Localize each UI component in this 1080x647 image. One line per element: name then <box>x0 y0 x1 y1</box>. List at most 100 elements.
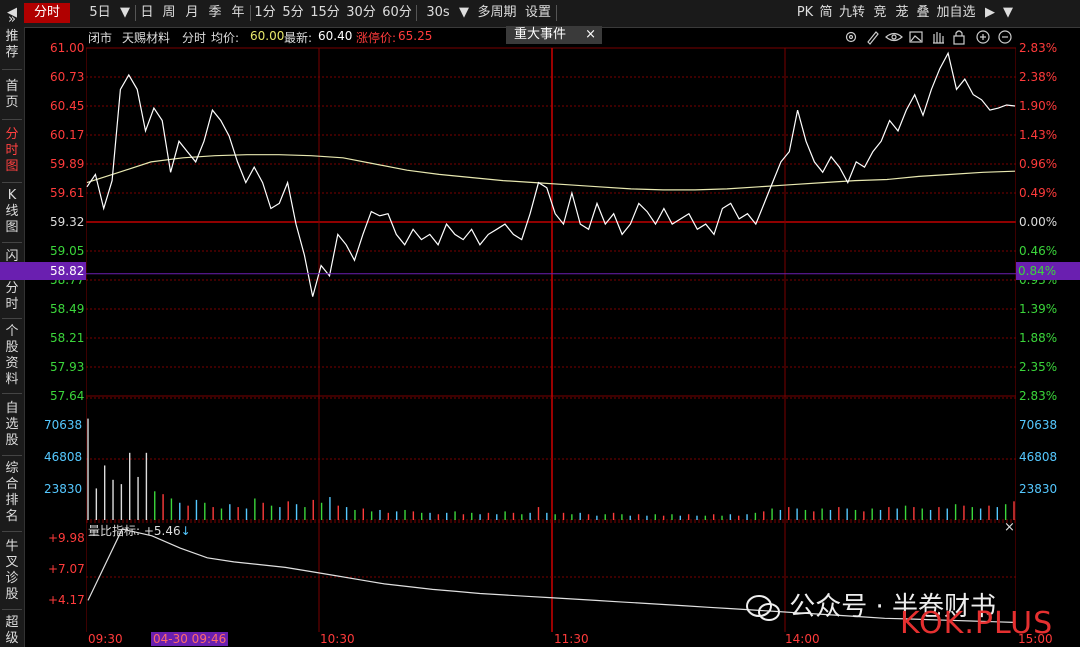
price-tick-label: 59.05 <box>50 244 85 258</box>
chevron-down-icon[interactable]: ▼ <box>116 3 134 23</box>
eye-icon[interactable] <box>885 32 903 42</box>
chevron-down-icon[interactable]: ▼ <box>1000 3 1016 23</box>
pct-tick-label: 2.35% <box>1019 360 1058 374</box>
indicator-tick-label: +9.98 <box>48 531 85 545</box>
overlay-button[interactable]: 叠 <box>913 3 933 23</box>
tab-15min[interactable]: 15分 <box>308 3 342 23</box>
volume-tick-label: 70638 <box>1019 418 1058 432</box>
volume-tick-label: 70638 <box>44 418 83 432</box>
limit-up-value: 65.25 <box>398 29 433 43</box>
tab-multi-period[interactable]: 多周期 <box>474 3 520 23</box>
time-label-1130: 11:30 <box>554 632 589 646</box>
pct-tick-label: 0.49% <box>1019 186 1058 200</box>
wechat-icon <box>746 594 780 621</box>
close-icon[interactable]: × <box>585 26 596 44</box>
cursor-price: 58.82 <box>50 264 85 278</box>
pct-tick-label: 0.00% <box>1019 215 1058 229</box>
cage-button[interactable]: 茏 <box>892 3 912 23</box>
expand-sidebar-icon[interactable]: » <box>2 12 22 28</box>
chart-tools <box>842 28 1017 46</box>
price-tick-label: 57.93 <box>50 360 85 374</box>
sidebar-item-ranking[interactable]: 综合排名 <box>2 461 22 525</box>
price-tick-label: 59.32 <box>50 215 85 229</box>
zoom-in-icon[interactable] <box>976 30 990 44</box>
nine-turn-button[interactable]: 九转 <box>837 3 867 23</box>
volume-tick-label: 23830 <box>1019 482 1058 496</box>
pk-button[interactable]: PK <box>794 3 816 23</box>
tab-30min[interactable]: 30分 <box>344 3 378 23</box>
price-tick-label: 61.00 <box>50 41 85 55</box>
tab-5day[interactable]: 5日 <box>84 3 116 23</box>
pct-tick-label: 2.83% <box>1019 41 1058 55</box>
pen-icon[interactable] <box>867 31 879 45</box>
lock-icon[interactable] <box>953 30 965 45</box>
sidebar-item-watchlist[interactable]: 自选股 <box>2 401 22 449</box>
intraday-chart[interactable] <box>86 46 1016 634</box>
chart-mode: 分时 <box>182 31 207 45</box>
pct-tick-label: 1.39% <box>1019 302 1058 316</box>
tab-1min[interactable]: 1分 <box>252 3 278 23</box>
price-tick-label: 59.89 <box>50 157 85 171</box>
major-event-tag[interactable]: 重大事件 × <box>506 26 602 44</box>
time-label-1030: 10:30 <box>320 632 355 646</box>
price-tick-label: 59.61 <box>50 186 85 200</box>
pct-tick-label: 0.46% <box>1019 244 1058 258</box>
pct-tick-label: 1.88% <box>1019 331 1058 345</box>
indicator-tick-label: +7.07 <box>48 562 85 576</box>
brand-watermark: KOK.PLUS <box>900 606 1054 641</box>
avg-price-value: 60.00 <box>250 29 285 43</box>
avg-price-label: 均价: <box>211 31 240 45</box>
sidebar-item-super[interactable]: 超级 <box>2 615 22 647</box>
sidebar: » 推荐 首页 分时图 K线图 闪电分时 个股资料 自选股 综合排名 牛叉诊股 … <box>0 12 25 647</box>
chevron-down-icon[interactable]: ▼ <box>456 3 472 23</box>
simple-button[interactable]: 简 <box>816 3 836 23</box>
auction-button[interactable]: 竞 <box>870 3 890 23</box>
latest-price-label: 最新: <box>284 31 313 45</box>
market-status: 闭市 <box>88 31 113 45</box>
sidebar-item-kline[interactable]: K线图 <box>2 188 22 236</box>
pct-tick-label: 0.96% <box>1019 157 1058 171</box>
tab-day[interactable]: 日 <box>137 3 157 23</box>
major-event-label: 重大事件 <box>514 27 567 42</box>
tab-quarter[interactable]: 季 <box>204 3 226 23</box>
tab-month[interactable]: 月 <box>181 3 203 23</box>
volume-tick-label: 23830 <box>44 482 83 496</box>
tab-30s[interactable]: 30s <box>420 3 456 23</box>
price-tick-label: 60.73 <box>50 70 85 84</box>
cursor-pct-badge: 0.84% <box>1016 262 1080 280</box>
sidebar-item-intraday[interactable]: 分时图 <box>2 127 22 175</box>
volume-tick-label: 46808 <box>1019 450 1058 464</box>
zoom-out-icon[interactable] <box>998 30 1012 44</box>
hand-icon[interactable] <box>933 32 944 44</box>
cursor-price-badge: 58.82 <box>0 262 86 280</box>
pct-tick-label: 1.43% <box>1019 128 1058 142</box>
pct-tick-label: 1.90% <box>1019 99 1058 113</box>
tab-5min[interactable]: 5分 <box>280 3 306 23</box>
price-tick-label: 57.64 <box>50 389 85 403</box>
image-icon[interactable] <box>909 31 923 43</box>
latest-price-value: 60.40 <box>318 29 353 43</box>
time-label-open: 09:30 <box>88 632 123 646</box>
add-watchlist-button[interactable]: 加自选 <box>934 3 978 23</box>
price-line <box>86 51 1016 297</box>
tab-60min[interactable]: 60分 <box>380 3 414 23</box>
tab-week[interactable]: 周 <box>158 3 180 23</box>
sidebar-item-home[interactable]: 首页 <box>2 79 22 111</box>
sidebar-item-recommend[interactable]: 推荐 <box>2 29 22 61</box>
sidebar-item-stock-profile[interactable]: 个股资料 <box>2 324 22 388</box>
limit-up-label: 涨停价: <box>356 31 397 45</box>
price-tick-label: 60.17 <box>50 128 85 142</box>
gear-icon[interactable] <box>845 31 857 43</box>
toolbar: ◀ 分时 5日 ▼ 日 周 月 季 年 1分 5分 15分 30分 60分 30… <box>0 0 1080 28</box>
avg-price-line <box>86 154 1016 191</box>
tab-settings[interactable]: 设置 <box>522 3 554 23</box>
sidebar-item-diagnosis[interactable]: 牛叉诊股 <box>2 539 22 603</box>
volume-tick-label: 46808 <box>44 450 83 464</box>
tab-intraday[interactable]: 分时 <box>24 3 70 23</box>
collapse-panel-icon[interactable]: ▶ <box>980 3 1000 23</box>
stock-name: 天赐材料 <box>122 31 171 45</box>
tab-year[interactable]: 年 <box>227 3 249 23</box>
time-cursor-badge: 04-30 09:46 <box>151 632 229 646</box>
sidebar-item-flash-intraday[interactable]: 闪电分时 <box>2 249 22 313</box>
time-label-1400: 14:00 <box>785 632 820 646</box>
